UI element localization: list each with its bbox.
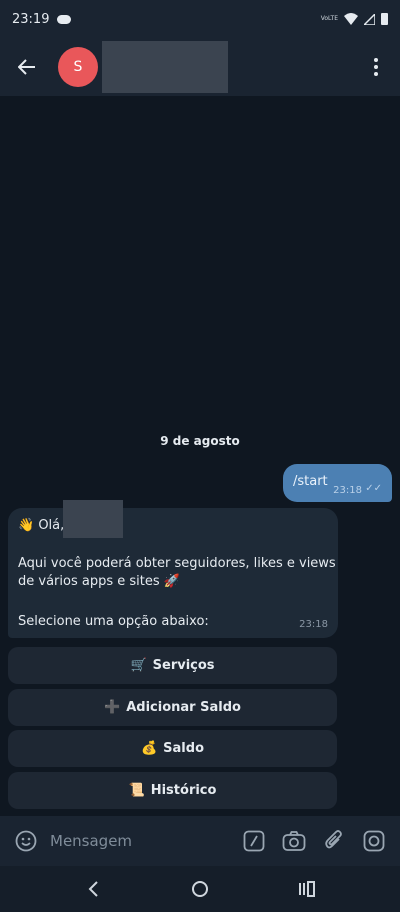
button-label: Saldo (163, 741, 204, 756)
status-bar: 23:19 VoLTE (0, 0, 400, 38)
status-time: 23:19 (12, 11, 50, 27)
keyboard-button-servicos[interactable]: 🛒 Serviços (8, 647, 337, 684)
dot-icon (374, 58, 378, 62)
wifi-icon (344, 13, 358, 25)
message-line: de vários apps e sites 🚀 (18, 574, 180, 589)
message-input[interactable]: Mensagem (50, 832, 234, 850)
message-line: Selecione uma opção abaixo: (18, 614, 209, 629)
nav-home-button[interactable] (180, 869, 220, 909)
instagram-button[interactable] (354, 816, 394, 866)
volte-indicator: VoLTE (320, 15, 338, 22)
avatar[interactable]: S (58, 47, 98, 87)
chevron-left-icon (88, 881, 99, 897)
arrow-left-icon (18, 59, 35, 75)
button-label: Adicionar Saldo (126, 700, 241, 715)
keyboard-button-historico[interactable]: 📜 Histórico (8, 772, 337, 809)
chat-area[interactable]: 9 de agosto /start 23:18 ✓✓ 👋 Olá, Aqui … (0, 96, 400, 816)
recents-icon (298, 881, 315, 897)
chat-title-redacted[interactable] (102, 41, 228, 93)
keyboard-button-adicionar-saldo[interactable]: ➕ Adicionar Saldo (8, 689, 337, 726)
dot-icon (374, 65, 378, 69)
cart-icon: 🛒 (130, 658, 147, 673)
button-label: Serviços (152, 658, 215, 673)
signal-icon (364, 13, 375, 25)
camera-button[interactable] (274, 816, 314, 866)
outgoing-message[interactable]: /start 23:18 ✓✓ (283, 464, 392, 502)
plus-icon: ➕ (104, 700, 121, 715)
slash-command-icon (243, 830, 265, 852)
button-label: Histórico (150, 783, 217, 798)
username-redacted (63, 500, 123, 538)
double-check-icon: ✓✓ (365, 483, 382, 494)
instagram-icon (363, 830, 385, 852)
system-nav-bar (0, 866, 400, 912)
more-options-button[interactable] (352, 38, 400, 96)
message-line: Aqui você poderá obter seguidores, likes… (18, 556, 336, 571)
attach-button[interactable] (314, 816, 354, 866)
incoming-message[interactable]: 👋 Olá, Aqui você poderá obter seguidores… (8, 500, 338, 638)
bot-commands-button[interactable] (234, 816, 274, 866)
scroll-icon: 📜 (128, 783, 145, 798)
emoji-icon (15, 830, 37, 852)
home-circle-icon (191, 881, 208, 897)
battery-icon (381, 13, 388, 25)
greeting-text: 👋 Olá, (18, 518, 65, 533)
message-input-bar: Mensagem (0, 816, 400, 866)
nav-recents-button[interactable] (287, 869, 327, 909)
message-time: 23:18 (333, 485, 362, 496)
money-bag-icon: 💰 (140, 741, 158, 756)
back-button[interactable] (0, 38, 54, 96)
paperclip-icon (325, 830, 342, 849)
dot-icon (374, 72, 378, 76)
nav-back-button[interactable] (73, 869, 113, 909)
cloud-icon (57, 14, 72, 24)
chat-header: S (0, 38, 400, 96)
message-text: /start (293, 474, 328, 489)
message-time: 23:18 (299, 619, 328, 630)
emoji-button[interactable] (6, 816, 46, 866)
status-icons: VoLTE (321, 13, 388, 25)
date-separator: 9 de agosto (160, 434, 240, 448)
camera-icon (282, 831, 306, 851)
keyboard-button-saldo[interactable]: 💰 Saldo (8, 730, 337, 767)
